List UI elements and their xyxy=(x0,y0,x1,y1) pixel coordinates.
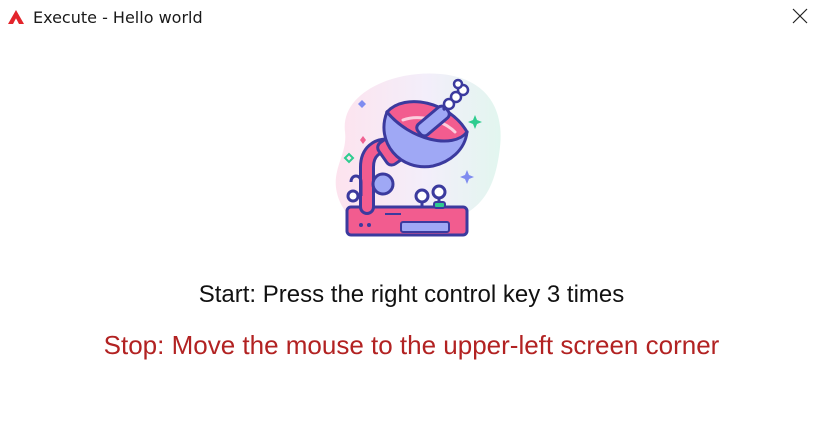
close-button[interactable] xyxy=(777,0,823,36)
app-logo-icon xyxy=(7,9,25,25)
title-bar[interactable]: Execute - Hello world xyxy=(0,0,823,36)
close-icon xyxy=(792,8,808,29)
start-instruction: Start: Press the right control key 3 tim… xyxy=(198,281,625,308)
stop-instruction: Stop: Move the mouse to the upper-left s… xyxy=(103,330,720,360)
execute-window: Execute - Hello world Start: Press the r… xyxy=(0,0,823,446)
window-title: Execute - Hello world xyxy=(33,8,203,27)
satellite-dish-icon xyxy=(315,62,510,248)
